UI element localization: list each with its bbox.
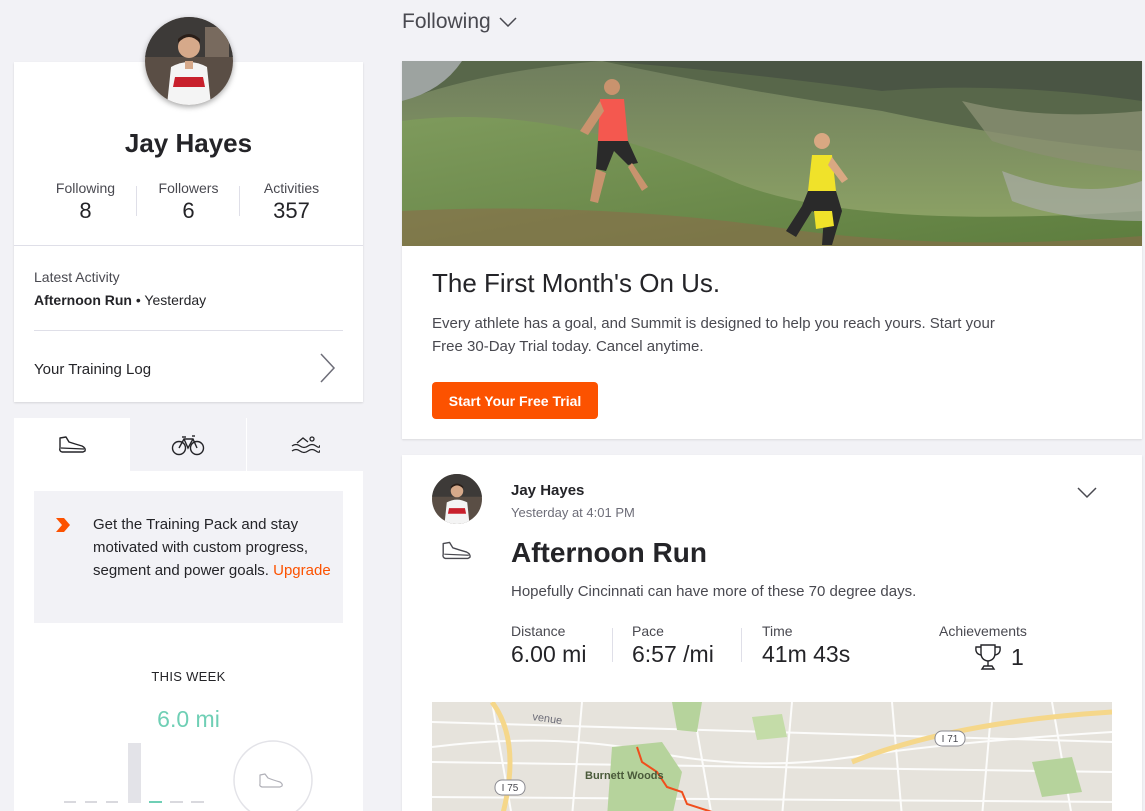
latest-activity-label: Latest Activity: [34, 269, 120, 285]
stat-label: Activities: [263, 180, 320, 196]
trial-promo-title: The First Month's On Us.: [432, 268, 721, 298]
latest-activity: Afternoon Run • Yesterday: [34, 292, 206, 308]
stat-value: 8: [79, 198, 92, 223]
start-free-trial-button[interactable]: Start Your Free Trial: [432, 382, 598, 419]
feed-filter-label: Following: [402, 10, 491, 33]
day-bar: [128, 743, 141, 803]
profile-avatar[interactable]: [145, 17, 233, 105]
map-highway-label: I 75: [502, 783, 519, 794]
weekly-bar-chart: [64, 743, 204, 803]
map-highway-label: I 71: [942, 734, 959, 745]
stat-time: Time 41m 43s: [762, 623, 850, 668]
sport-tabs: [14, 418, 363, 471]
this-week-distance: 6.0 mi: [157, 706, 220, 732]
bike-icon: [171, 434, 205, 455]
stat-followers[interactable]: Followers 6: [137, 180, 240, 224]
stat-label: Time: [762, 623, 793, 639]
stat-pace: Pace 6:57 /mi: [632, 623, 714, 668]
achievements-label: Achievements: [939, 623, 1027, 639]
achievements-value: 1: [1011, 643, 1024, 670]
training-log-link[interactable]: Your Training Log: [34, 361, 151, 378]
stat-distance: Distance 6.00 mi: [511, 623, 586, 668]
stat-label: Distance: [511, 623, 566, 639]
upgrade-link[interactable]: Upgrade: [273, 562, 331, 579]
profile-stats: Following 8 Followers 6 Activities 357: [14, 180, 363, 230]
profile-name[interactable]: Jay Hayes: [14, 128, 363, 159]
run-shoe-icon: [442, 541, 471, 560]
profile-card: [14, 62, 363, 402]
tab-run[interactable]: [14, 418, 130, 471]
trophy-icon: [975, 644, 1001, 670]
chevron-down-icon: [499, 17, 517, 27]
trail-runners-image: [402, 61, 1142, 246]
this-week-title: THIS WEEK: [151, 669, 226, 684]
latest-activity-link[interactable]: Afternoon Run: [34, 292, 132, 308]
run-shoe-icon: [259, 773, 283, 788]
tab-ride[interactable]: [130, 418, 246, 471]
divider: [14, 245, 363, 246]
stat-label: Following: [55, 180, 116, 196]
map-park-label: Burnett Woods: [585, 770, 664, 782]
feed-filter-dropdown[interactable]: Following: [402, 10, 517, 34]
athlete-avatar[interactable]: [432, 474, 482, 524]
stat-value: 6:57 /mi: [632, 641, 714, 667]
tab-swim[interactable]: [247, 418, 363, 471]
stat-label: Followers: [158, 180, 219, 196]
chevron-right-icon[interactable]: [318, 352, 338, 384]
activity-title[interactable]: Afternoon Run: [511, 537, 707, 569]
summit-chevron-icon: [56, 518, 70, 532]
stat-label: Pace: [632, 623, 664, 639]
stat-value: 41m 43s: [762, 641, 851, 667]
stat-following[interactable]: Following 8: [34, 180, 137, 224]
weekly-goal-ring: [233, 740, 313, 811]
chevron-down-icon[interactable]: [1076, 486, 1098, 500]
run-shoe-icon: [59, 435, 86, 453]
activity-athlete-name[interactable]: Jay Hayes: [511, 482, 584, 499]
divider: [34, 330, 343, 331]
swim-icon: [291, 435, 320, 453]
stat-divider: [741, 628, 742, 662]
activity-timestamp: Yesterday at 4:01 PM: [511, 505, 635, 520]
stat-divider: [612, 628, 613, 662]
stat-value: 6: [182, 198, 195, 223]
training-pack-text: Get the Training Pack and stay motivated…: [93, 513, 333, 582]
stat-activities[interactable]: Activities 357: [240, 180, 343, 224]
activity-description: Hopefully Cincinnati can have more of th…: [511, 583, 917, 600]
stat-value: 357: [273, 198, 310, 223]
activity-map[interactable]: venue Burnett Woods I 75 I 71: [432, 702, 1112, 811]
trial-promo-body: Every athlete has a goal, and Summit is …: [432, 315, 995, 355]
achievements-count[interactable]: 1: [973, 643, 1024, 671]
latest-activity-when: • Yesterday: [131, 292, 207, 308]
stat-value: 6.00 mi: [511, 641, 587, 667]
